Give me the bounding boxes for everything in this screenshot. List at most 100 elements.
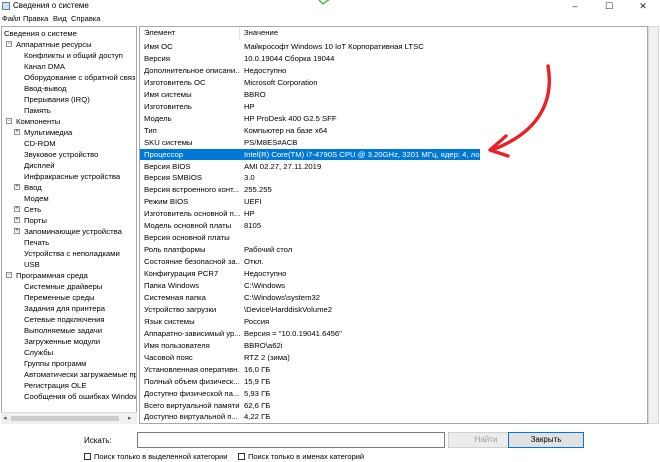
- tree-item[interactable]: Загруженные модули: [24, 336, 100, 347]
- table-row[interactable]: Изготовитель HP: [140, 101, 480, 113]
- table-row[interactable]: Изготовитель основной п... HP: [140, 208, 480, 220]
- menu-edit[interactable]: Правка: [23, 14, 48, 23]
- tree-item[interactable]: Печать: [24, 237, 49, 248]
- tree-item[interactable]: Регистрация OLE: [24, 380, 86, 391]
- table-row[interactable]: Версия основной платы: [140, 232, 480, 244]
- table-row[interactable]: SKU системы PS/M8ES#ACB: [140, 137, 480, 149]
- tree-item[interactable]: Задания для принтера: [24, 303, 105, 314]
- table-row[interactable]: Имя системы BBRO: [140, 89, 480, 101]
- table-row[interactable]: Версия BIOS AMI 02.27, 27.11.2019: [140, 161, 480, 173]
- table-row[interactable]: Состояние безопасной за... Откл.: [140, 256, 480, 268]
- tree-item[interactable]: + Запоминающие устройства: [14, 226, 122, 237]
- search-category-names-option[interactable]: Поиск только в именах категорий: [238, 452, 364, 461]
- tree-item-label: Ввод-вывод: [24, 84, 67, 93]
- tree-item[interactable]: Автоматически загружаемые программы: [24, 369, 136, 380]
- table-row[interactable]: Полный объем физическ... 15,9 ГБ: [140, 376, 480, 388]
- table-row[interactable]: Установленная оперативн... 16,0 ГБ: [140, 364, 480, 376]
- tree-item[interactable]: Конфликты и общий доступ: [24, 50, 123, 61]
- scroll-right-icon[interactable]: ▸: [128, 414, 132, 423]
- tree-item[interactable]: − Компоненты: [6, 116, 60, 127]
- table-row[interactable]: Дополнительное описани... Недоступно: [140, 65, 480, 77]
- tree-item[interactable]: + Ввод: [14, 182, 42, 193]
- table-row[interactable]: Изготовитель ОС Microsoft Corporation: [140, 77, 480, 89]
- tree-item[interactable]: USB: [24, 259, 40, 270]
- expand-icon[interactable]: +: [14, 228, 20, 234]
- table-row[interactable]: Имя ОС Майкрософт Windows 10 IoT Корпорат…: [140, 41, 480, 53]
- column-header-value[interactable]: Значение: [240, 27, 647, 39]
- expand-icon[interactable]: +: [14, 129, 20, 135]
- collapse-icon[interactable]: −: [6, 272, 12, 278]
- tree-item[interactable]: Группы программ: [24, 358, 86, 369]
- menu-help[interactable]: Справка: [71, 14, 100, 23]
- expand-icon[interactable]: +: [14, 217, 20, 223]
- table-row[interactable]: Папка Windows C:\Windows: [140, 280, 480, 292]
- table-row[interactable]: Язык системы Россия: [140, 316, 480, 328]
- tree-item[interactable]: + Сеть: [14, 204, 41, 215]
- menu-file[interactable]: Файл: [2, 14, 20, 23]
- table-row[interactable]: Роль платформы Рабочий стол: [140, 244, 480, 256]
- details-vertical-scrollbar[interactable]: [648, 26, 659, 424]
- tree-item[interactable]: Канал DMA: [24, 61, 65, 72]
- tree-item[interactable]: Звуковое устройство: [24, 149, 98, 160]
- menu-view[interactable]: Вид: [53, 14, 67, 23]
- table-row[interactable]: Модель основной платы 8105: [140, 220, 480, 232]
- tree-item[interactable]: + Мультимедиа: [14, 127, 72, 138]
- table-row[interactable]: Часовой пояс RTZ 2 (зима): [140, 352, 480, 364]
- tree-item[interactable]: Инфракрасные устройства: [24, 171, 120, 182]
- tree-item[interactable]: Модем: [24, 193, 49, 204]
- table-row[interactable]: Доступно виртуальной п... 4,22 ГБ: [140, 411, 480, 423]
- tree-item[interactable]: Службы: [24, 347, 53, 358]
- table-row[interactable]: Конфигурация PCR7 Недоступно: [140, 268, 480, 280]
- tree-item[interactable]: Устройства с неполадками: [24, 248, 120, 259]
- collapse-icon[interactable]: −: [6, 41, 12, 47]
- table-row[interactable]: Версия 10.0.19044 Сборка 19044: [140, 53, 480, 65]
- minimize-button[interactable]: –: [558, 0, 592, 13]
- tree-item[interactable]: Сетевые подключения: [24, 314, 105, 325]
- checkbox-icon[interactable]: [84, 453, 91, 460]
- tree-item[interactable]: Дисплей: [24, 160, 55, 171]
- tree-item[interactable]: Оборудование с обратной связью: [24, 72, 136, 83]
- close-window-button[interactable]: ✕: [626, 0, 660, 13]
- search-selected-category-option[interactable]: Поиск только в выделенной категории: [84, 452, 227, 461]
- tree-item[interactable]: Сообщения об ошибках Windows: [24, 391, 136, 402]
- tree-item[interactable]: Выполняемые задачи: [24, 325, 102, 336]
- table-row[interactable]: Модель HP ProDesk 400 G2.5 SFF: [140, 113, 480, 125]
- tree-item[interactable]: − Аппаратные ресурсы: [6, 39, 92, 50]
- maximize-button[interactable]: ☐: [592, 0, 626, 13]
- expand-icon[interactable]: +: [14, 184, 20, 190]
- tree-item[interactable]: Переменные среды: [24, 292, 95, 303]
- row-item-name: Тип: [144, 125, 157, 135]
- tree-horizontal-scrollbar[interactable]: ◂ ▸: [1, 412, 137, 424]
- table-row[interactable]: Имя пользователя BBRO\a62i: [140, 340, 480, 352]
- table-row[interactable]: Процессор Intel(R) Core(TM) i7-4790S CPU …: [140, 148, 480, 161]
- row-item-name: Состояние безопасной за...: [144, 257, 240, 267]
- tree-item[interactable]: Ввод-вывод: [24, 83, 66, 94]
- table-row[interactable]: Доступно физической па... 5,93 ГБ: [140, 388, 480, 400]
- table-row[interactable]: Всего виртуальной памяти 62,6 ГБ: [140, 400, 480, 412]
- tree-item[interactable]: Системные драйверы: [24, 281, 102, 292]
- table-row[interactable]: Версия встроенного конт... 255.255: [140, 184, 480, 196]
- table-row[interactable]: Тип Компьютер на базе x64: [140, 125, 480, 137]
- tree-item[interactable]: Сведения о системе: [4, 28, 77, 39]
- expand-icon[interactable]: +: [14, 206, 20, 212]
- table-row[interactable]: Аппаратно-зависимый ур... Версия = "10.0.…: [140, 328, 480, 340]
- table-row[interactable]: Версия SMBIOS 3.0: [140, 172, 480, 184]
- tree-item[interactable]: − Программная среда: [6, 270, 88, 281]
- tree-item[interactable]: Память: [24, 105, 51, 116]
- tree-item[interactable]: CD-ROM: [24, 138, 56, 149]
- table-row[interactable]: Системная папка C:\Windows\system32: [140, 292, 480, 304]
- column-header-item[interactable]: Элемент: [140, 27, 240, 39]
- close-button[interactable]: Закрыть: [508, 432, 584, 448]
- table-row[interactable]: Устройство загрузки \Device\HarddiskVolum…: [140, 304, 480, 316]
- category-tree[interactable]: Сведения о системе − Аппаратные ресурсы Кон…: [1, 26, 137, 424]
- row-item-value: Россия: [244, 316, 270, 326]
- table-row[interactable]: Режим BIOS UEFI: [140, 196, 480, 208]
- collapse-icon[interactable]: −: [6, 118, 12, 124]
- search-input[interactable]: [137, 432, 445, 448]
- checkbox-icon[interactable]: [238, 453, 245, 460]
- tree-item[interactable]: + Порты: [14, 215, 47, 226]
- scroll-left-icon[interactable]: ◂: [3, 414, 7, 423]
- details-table[interactable]: Элемент Значение Имя ОС Майкрософт Window…: [139, 26, 648, 424]
- scroll-thumb[interactable]: [11, 416, 119, 421]
- tree-item[interactable]: Прерывания (IRQ): [24, 94, 90, 105]
